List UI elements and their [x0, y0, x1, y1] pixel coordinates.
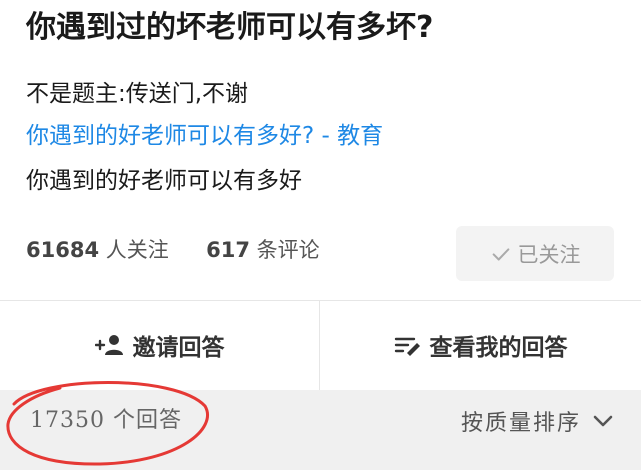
follow-button[interactable]: 已关注	[456, 226, 614, 281]
answer-count: 17350 个回答	[30, 408, 182, 433]
comments-label[interactable]: 条评论	[257, 238, 320, 262]
invite-answer-label: 邀请回答	[132, 335, 225, 361]
chevron-down-icon	[593, 415, 613, 427]
related-question-link[interactable]: 你遇到的好老师可以有多好? - 教育	[26, 120, 383, 152]
sort-dropdown[interactable]: 按质量排序	[461, 404, 615, 438]
question-title: 你遇到过的坏老师可以有多坏?	[26, 10, 434, 45]
my-answer-label: 查看我的回答	[429, 335, 568, 361]
my-answer-button[interactable]: 查看我的回答	[320, 301, 641, 389]
followers-label: 人关注	[105, 238, 169, 262]
description-text: 不是题主:传送门,不谢	[26, 81, 249, 107]
question-stats: 61684 人关注 617 条评论	[26, 234, 320, 266]
followers-count: 61684	[26, 238, 100, 262]
edit-list-icon	[394, 337, 420, 356]
sort-label: 按质量排序	[460, 411, 581, 436]
comments-count[interactable]: 617	[206, 238, 250, 262]
add-user-icon	[94, 335, 123, 355]
description-text-2: 你遇到的好老师可以有多好	[26, 168, 302, 194]
invite-answer-button[interactable]: 邀请回答	[0, 301, 319, 389]
follow-button-label: 已关注	[517, 242, 581, 267]
check-icon	[492, 247, 509, 261]
